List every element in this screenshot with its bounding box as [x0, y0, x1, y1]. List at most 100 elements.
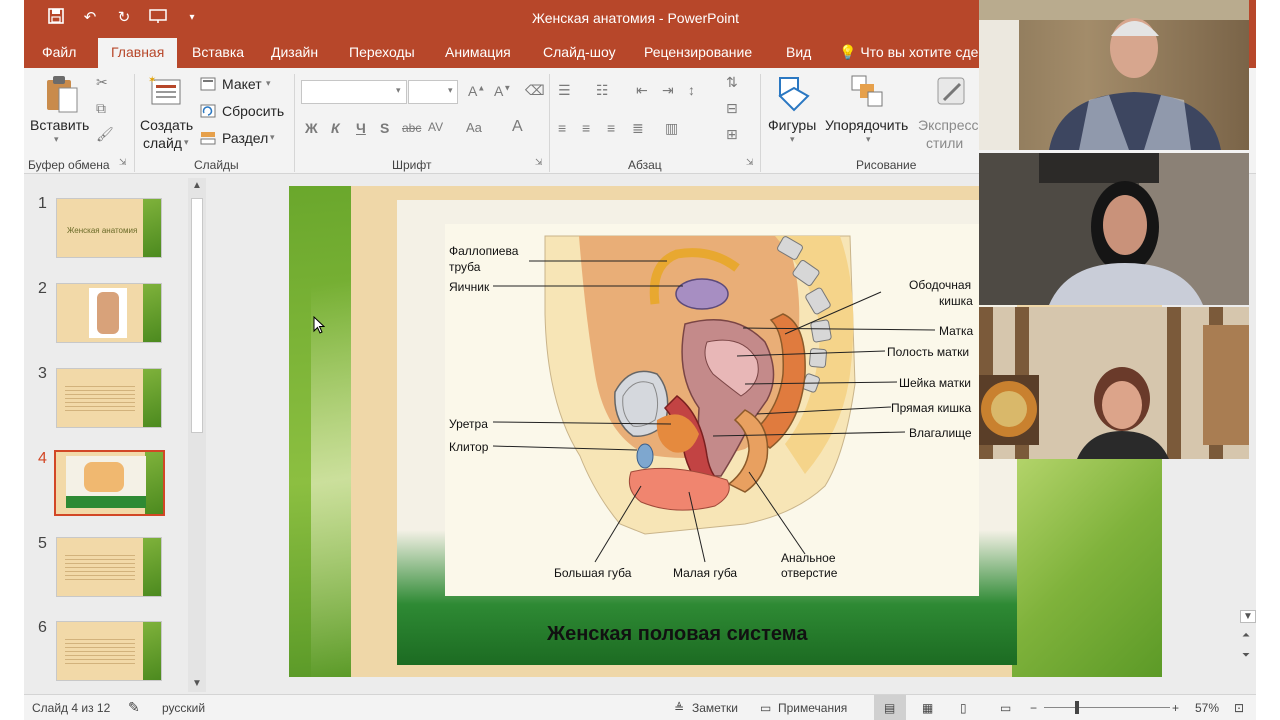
- decrease-indent-icon[interactable]: ⇤: [636, 82, 648, 99]
- shapes-dropdown-icon[interactable]: ▾: [790, 134, 795, 145]
- clipboard-launcher-icon[interactable]: ⇲: [119, 157, 127, 168]
- cut-icon[interactable]: ✂: [96, 74, 108, 91]
- slide-thumbnail-3[interactable]: [56, 368, 162, 428]
- tab-design[interactable]: Дизайн: [271, 44, 318, 60]
- quick-styles-button[interactable]: Экспресс: [918, 117, 979, 133]
- scroll-down-icon[interactable]: ▼: [1240, 610, 1256, 623]
- arrange-dropdown-icon[interactable]: ▾: [866, 134, 871, 145]
- increase-indent-icon[interactable]: ⇥: [662, 82, 674, 99]
- bold-button[interactable]: Ж: [305, 120, 318, 136]
- slide-thumbnail-6[interactable]: [56, 621, 162, 681]
- zoom-slider-thumb[interactable]: [1075, 701, 1079, 714]
- language-indicator[interactable]: русский: [162, 701, 205, 715]
- video-tile-participant-2[interactable]: [979, 153, 1249, 305]
- line-spacing-icon[interactable]: ↕: [688, 82, 695, 98]
- arrange-button[interactable]: Упорядочить: [825, 117, 908, 133]
- font-name-dropdown-icon[interactable]: ▾: [396, 85, 401, 96]
- text-direction-icon[interactable]: ⇅: [726, 74, 738, 91]
- video-tile-participant-1[interactable]: [979, 0, 1249, 150]
- new-slide-icon[interactable]: ✶: [148, 74, 184, 110]
- comments-button[interactable]: Примечания: [778, 701, 847, 715]
- tab-view[interactable]: Вид: [786, 44, 811, 60]
- justify-icon[interactable]: ≣: [632, 120, 644, 137]
- spellcheck-icon[interactable]: ✎: [128, 699, 140, 716]
- shapes-icon[interactable]: [774, 74, 814, 112]
- slide-thumbnail-5[interactable]: [56, 537, 162, 597]
- zoom-in-icon[interactable]: +: [1172, 701, 1179, 715]
- tab-transitions[interactable]: Переходы: [349, 44, 415, 60]
- tab-slideshow[interactable]: Слайд-шоу: [543, 44, 616, 60]
- shapes-button[interactable]: Фигуры: [768, 117, 816, 133]
- reset-button[interactable]: Сбросить: [222, 103, 284, 119]
- columns-icon[interactable]: ▥: [665, 120, 678, 137]
- change-case-button[interactable]: Aa: [466, 120, 482, 135]
- zoom-level[interactable]: 57%: [1195, 701, 1219, 715]
- tab-review[interactable]: Рецензирование: [644, 44, 752, 60]
- save-icon[interactable]: [46, 8, 66, 28]
- comments-icon[interactable]: ▭: [760, 701, 771, 715]
- notes-button[interactable]: Заметки: [692, 701, 738, 715]
- paste-dropdown-icon[interactable]: ▾: [54, 134, 59, 145]
- clear-format-icon[interactable]: ⌫: [525, 82, 545, 99]
- underline-button[interactable]: Ч: [356, 120, 366, 136]
- slide-thumbnail-4[interactable]: [54, 450, 165, 516]
- scroll-down-icon[interactable]: ▼: [192, 678, 202, 689]
- redo-icon[interactable]: ↻: [114, 8, 134, 28]
- layout-dropdown-icon[interactable]: ▾: [266, 78, 271, 89]
- new-slide-dropdown-icon[interactable]: ▾: [184, 137, 189, 148]
- layout-button[interactable]: Макет: [222, 76, 262, 92]
- bullets-icon[interactable]: ☰: [558, 82, 571, 99]
- grow-font-icon[interactable]: A▲: [468, 83, 485, 99]
- shrink-font-icon[interactable]: A▼: [494, 83, 511, 99]
- section-dropdown-icon[interactable]: ▾: [270, 132, 275, 143]
- slideshow-icon[interactable]: ▭: [1000, 701, 1011, 715]
- powerpoint-window: ↶ ↻ ▾ Женская анатомия - PowerPoint Файл…: [0, 0, 1280, 720]
- align-text-icon[interactable]: ⊟: [726, 100, 738, 117]
- font-launcher-icon[interactable]: ⇲: [535, 157, 543, 168]
- slide-thumbnail-2[interactable]: [56, 283, 162, 343]
- align-left-icon[interactable]: ≡: [558, 120, 566, 136]
- char-spacing-button[interactable]: AV: [428, 120, 443, 134]
- section-button[interactable]: Раздел: [222, 130, 268, 146]
- font-name-input[interactable]: [301, 80, 407, 104]
- paste-button[interactable]: Вставить: [30, 117, 89, 133]
- undo-icon[interactable]: ↶: [80, 8, 100, 28]
- tab-home[interactable]: Главная: [98, 38, 178, 68]
- customize-qat-icon[interactable]: ▾: [182, 8, 202, 28]
- slide-sorter-icon[interactable]: ▦: [922, 701, 933, 715]
- align-right-icon[interactable]: ≡: [607, 120, 615, 136]
- notes-icon[interactable]: ≜: [674, 701, 684, 715]
- fit-to-window-icon[interactable]: ⊡: [1234, 701, 1244, 715]
- zoom-out-icon[interactable]: −: [1030, 701, 1037, 715]
- smartart-icon[interactable]: ⊞: [726, 126, 738, 143]
- next-slide-icon[interactable]: ⏷: [1242, 650, 1250, 661]
- tab-insert[interactable]: Вставка: [192, 44, 244, 60]
- paste-icon[interactable]: [44, 74, 80, 114]
- tab-file[interactable]: Файл: [42, 44, 76, 60]
- thumbnails-scrollbar[interactable]: ▲ ▼: [188, 178, 206, 692]
- format-painter-icon[interactable]: 🖌: [96, 126, 114, 143]
- scroll-up-icon[interactable]: ▲: [192, 180, 202, 191]
- arrange-icon[interactable]: [850, 74, 886, 110]
- reading-view-icon[interactable]: ▯: [960, 701, 967, 715]
- scrollbar-thumb[interactable]: [191, 198, 203, 433]
- italic-button[interactable]: К: [331, 120, 340, 136]
- tab-animations[interactable]: Анимация: [445, 44, 511, 60]
- align-center-icon[interactable]: ≡: [582, 120, 590, 136]
- strikethrough-button[interactable]: abc: [402, 121, 421, 135]
- font-size-dropdown-icon[interactable]: ▾: [448, 85, 453, 96]
- anatomy-diagram[interactable]: Фаллопиева труба Яичник Ободочная кишка …: [445, 224, 979, 596]
- previous-slide-icon[interactable]: ⏶: [1242, 630, 1250, 641]
- video-tile-participant-3[interactable]: [979, 307, 1249, 459]
- font-color-button[interactable]: A: [512, 118, 523, 136]
- present-icon[interactable]: [148, 8, 168, 28]
- zoom-slider[interactable]: [1044, 707, 1170, 708]
- copy-icon[interactable]: ⧉: [96, 100, 106, 117]
- numbering-icon[interactable]: ☷: [596, 82, 609, 99]
- slide-thumbnail-1[interactable]: Женская анатомия: [56, 198, 162, 258]
- quick-styles-icon[interactable]: [934, 74, 970, 110]
- new-slide-button[interactable]: Создать: [140, 117, 193, 133]
- shadow-button[interactable]: S: [380, 120, 389, 136]
- paragraph-launcher-icon[interactable]: ⇲: [746, 157, 754, 168]
- tell-me-search[interactable]: 💡 Что вы хотите сде: [839, 44, 978, 61]
